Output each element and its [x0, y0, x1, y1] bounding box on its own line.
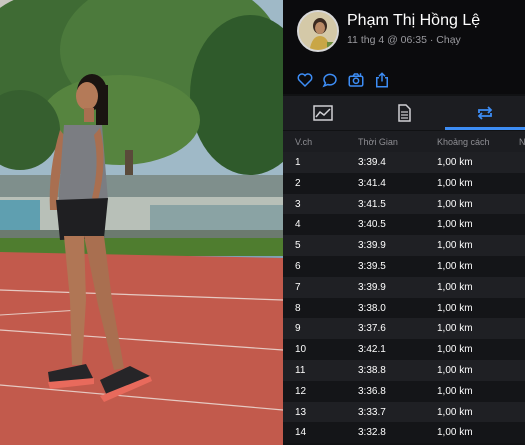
activity-actions: [283, 66, 525, 94]
athlete-name[interactable]: Phạm Thị Hồng Lệ: [347, 12, 480, 30]
lap-distance: 1,00 km: [437, 260, 473, 272]
lap-distance: 1,00 km: [437, 219, 473, 231]
avatar-image: [299, 12, 337, 50]
lap-time: 3:39.5: [358, 260, 386, 272]
lap-number: 11: [295, 364, 306, 376]
header-pace: N: [519, 137, 525, 147]
table-row[interactable]: 4 3:40.5 1,00 km: [283, 214, 525, 236]
lap-distance: 1,00 km: [437, 323, 473, 335]
laps-table-body: 1 3:39.4 1,00 km 2 3:41.4 1,00 km 3 3:41.5 1,00 …: [283, 152, 525, 444]
lap-time: 3:36.8: [358, 385, 386, 397]
lap-distance: 1,00 km: [437, 364, 473, 376]
table-row[interactable]: 1 3:39.4 1,00 km: [283, 152, 525, 173]
lap-number: 14: [295, 427, 307, 439]
table-row[interactable]: 7 3:39.9 1,00 km: [283, 276, 525, 298]
lap-time: 3:39.4: [358, 157, 386, 168]
heart-icon[interactable]: [296, 71, 314, 89]
lap-distance: 1,00 km: [437, 406, 473, 418]
share-icon[interactable]: [373, 71, 391, 89]
table-row[interactable]: 5 3:39.9 1,00 km: [283, 235, 525, 256]
lap-time: 3:42.1: [358, 344, 386, 356]
lap-distance: 1,00 km: [437, 198, 473, 210]
lap-number: 2: [295, 177, 301, 189]
document-icon: [398, 104, 411, 122]
map-chart-icon: [313, 105, 333, 121]
runner-photo-illustration: [0, 0, 283, 445]
lap-number: 10: [295, 344, 307, 356]
lap-number: 9: [295, 323, 301, 335]
lap-time: 3:40.5: [358, 219, 386, 231]
lap-number: 4: [295, 219, 301, 231]
laps-table-header: V.ch Thời Gian Khoảng cách N: [283, 131, 525, 152]
tab-map-chart[interactable]: [283, 96, 363, 130]
header-time: Thời Gian: [358, 137, 398, 147]
table-row[interactable]: 12 3:36.8 1,00 km: [283, 380, 525, 402]
table-row[interactable]: 13 3:33.7 1,00 km: [283, 401, 525, 423]
table-row[interactable]: 8 3:38.0 1,00 km: [283, 297, 525, 319]
lap-distance: 1,00 km: [437, 281, 473, 293]
lap-time: 3:37.6: [358, 323, 386, 335]
lap-distance: 1,00 km: [437, 427, 473, 439]
lap-distance: 1,00 km: [437, 240, 473, 252]
lap-distance: 1,00 km: [437, 344, 473, 356]
header-lap: V.ch: [295, 137, 313, 147]
tab-laps[interactable]: [445, 96, 525, 130]
camera-icon[interactable]: [347, 71, 365, 89]
lap-time: 3:39.9: [358, 240, 386, 252]
lap-number: 5: [295, 240, 301, 252]
avatar[interactable]: [297, 10, 339, 52]
comment-icon[interactable]: [321, 71, 339, 89]
table-row[interactable]: 11 3:38.8 1,00 km: [283, 359, 525, 381]
lap-number: 7: [295, 281, 301, 293]
activity-meta: 11 thg 4 @ 06:35 · Chạy: [347, 34, 461, 46]
table-row[interactable]: 9 3:37.6 1,00 km: [283, 318, 525, 340]
activity-panel: Phạm Thị Hồng Lệ 11 thg 4 @ 06:35 · Chạy: [283, 0, 525, 445]
table-row[interactable]: 2 3:41.4 1,00 km: [283, 172, 525, 194]
lap-time: 3:41.4: [358, 177, 386, 189]
activity-header: Phạm Thị Hồng Lệ 11 thg 4 @ 06:35 · Chạy: [283, 0, 525, 66]
lap-time: 3:38.8: [358, 364, 386, 376]
table-row[interactable]: 10 3:42.1 1,00 km: [283, 339, 525, 360]
activity-tabs: [283, 96, 525, 130]
lap-time: 3:41.5: [358, 198, 386, 210]
header-distance: Khoảng cách: [437, 137, 490, 147]
lap-number: 8: [295, 302, 301, 314]
laps-table: V.ch Thời Gian Khoảng cách N 1 3:39.4 1,00…: [283, 131, 525, 444]
table-row[interactable]: 6 3:39.5 1,00 km: [283, 255, 525, 277]
lap-time: 3:32.8: [358, 427, 386, 439]
table-row[interactable]: 3 3:41.5 1,00 km: [283, 193, 525, 215]
table-row[interactable]: 14 3:32.8 1,00 km: [283, 422, 525, 444]
lap-distance: 1,00 km: [437, 177, 473, 189]
runner-photo: [0, 0, 283, 445]
lap-time: 3:38.0: [358, 302, 386, 314]
lap-number: 3: [295, 198, 301, 210]
lap-distance: 1,00 km: [437, 157, 473, 168]
lap-distance: 1,00 km: [437, 302, 473, 314]
lap-number: 13: [295, 406, 307, 418]
lap-distance: 1,00 km: [437, 385, 473, 397]
laps-loop-icon: [477, 106, 493, 120]
lap-number: 6: [295, 260, 301, 272]
lap-number: 12: [295, 385, 307, 397]
lap-number: 1: [295, 157, 301, 168]
tab-overview[interactable]: [364, 96, 444, 130]
lap-time: 3:33.7: [358, 406, 386, 418]
active-tab-indicator: [445, 127, 525, 130]
lap-time: 3:39.9: [358, 281, 386, 293]
